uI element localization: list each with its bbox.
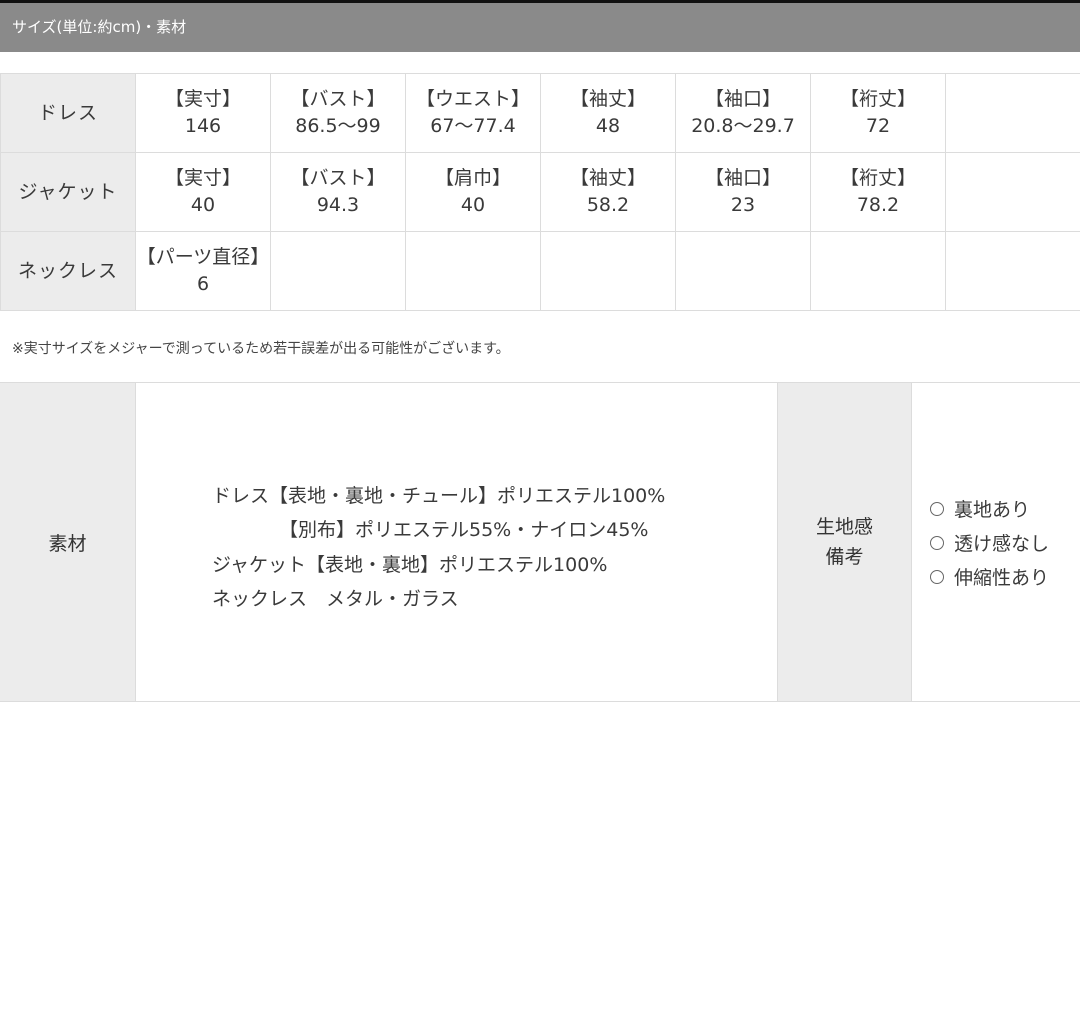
empty-cell bbox=[675, 231, 811, 311]
size-label: 【袖口】 bbox=[704, 88, 781, 110]
material-heading-label: 素材 bbox=[48, 532, 87, 555]
size-value: 86.5〜99 bbox=[295, 115, 381, 137]
size-cell: 【裄丈】 72 bbox=[810, 73, 946, 153]
fabric-option: 裏地あり bbox=[930, 495, 1030, 522]
material-line: ネックレス メタル・ガラス bbox=[212, 588, 459, 610]
section-title: サイズ(単位:約cm)・素材 bbox=[12, 18, 187, 36]
size-value: 67〜77.4 bbox=[430, 115, 516, 137]
table-row: ジャケット 【実寸】 40 【バスト】 94.3 【肩巾】 40 【袖丈】 58.2 【… bbox=[0, 152, 1080, 232]
size-cell: 【袖丈】 48 bbox=[540, 73, 676, 153]
size-cell: 【バスト】 86.5〜99 bbox=[270, 73, 406, 153]
size-value: 23 bbox=[730, 194, 756, 216]
size-label: 【バスト】 bbox=[290, 167, 386, 189]
size-label: 【袖丈】 bbox=[569, 167, 646, 189]
material-line: ドレス【表地・裏地・チュール】ポリエステル100% bbox=[212, 485, 666, 507]
size-cell: 【実寸】 146 bbox=[135, 73, 271, 153]
size-cell: 【袖口】 20.8〜29.7 bbox=[675, 73, 811, 153]
size-label: 【実寸】 bbox=[164, 88, 241, 110]
size-label: 【肩巾】 bbox=[434, 167, 511, 189]
size-value: 20.8〜29.7 bbox=[691, 115, 795, 137]
size-label: 【袖口】 bbox=[704, 167, 781, 189]
size-value: 146 bbox=[184, 115, 222, 137]
size-label: 【裄丈】 bbox=[839, 167, 916, 189]
empty-cell bbox=[945, 231, 1080, 311]
empty-cell bbox=[945, 73, 1080, 153]
table-row: ドレス 【実寸】 146 【バスト】 86.5〜99 【ウエスト】 67〜77.4 【… bbox=[0, 73, 1080, 153]
radio-circle-icon bbox=[930, 569, 944, 584]
fabric-feel-heading-line1: 生地感 bbox=[815, 516, 873, 538]
fabric-option: 伸縮性あり bbox=[930, 563, 1049, 590]
size-label: 【実寸】 bbox=[164, 167, 241, 189]
row-header-jacket: ジャケット bbox=[0, 152, 136, 232]
size-cell: 【肩巾】 40 bbox=[405, 152, 541, 232]
size-value: 78.2 bbox=[856, 194, 900, 216]
empty-cell bbox=[810, 231, 946, 311]
size-value: 58.2 bbox=[586, 194, 630, 216]
fabric-feel-options: 裏地あり 透け感なし 伸縮性あり bbox=[912, 383, 1080, 701]
size-value: 94.3 bbox=[316, 194, 360, 216]
measurement-note: ※実寸サイズをメジャーで測っているため若干誤差が出る可能性がございます。 bbox=[12, 341, 510, 357]
size-label: 【バスト】 bbox=[290, 88, 386, 110]
fabric-option-label: 裏地あり bbox=[954, 499, 1031, 521]
size-value: 72 bbox=[865, 115, 891, 137]
size-cell: 【バスト】 94.3 bbox=[270, 152, 406, 232]
fabric-option-label: 透け感なし bbox=[954, 533, 1050, 555]
material-line: 【別布】ポリエステル55%・ナイロン45% bbox=[279, 519, 649, 541]
fabric-feel-heading-line2: 備考 bbox=[825, 546, 864, 568]
size-cell: 【袖口】 23 bbox=[675, 152, 811, 232]
empty-cell bbox=[405, 231, 541, 311]
material-section: 素材 ドレス【表地・裏地・チュール】ポリエステル100% 【別布】ポリエステル5… bbox=[0, 382, 1080, 702]
size-label: 【裄丈】 bbox=[839, 88, 916, 110]
radio-circle-icon bbox=[930, 535, 944, 550]
size-value: 48 bbox=[595, 115, 621, 137]
size-value: 6 bbox=[196, 273, 210, 295]
fabric-feel-heading: 生地感 備考 bbox=[777, 383, 912, 701]
fabric-option: 透け感なし bbox=[930, 529, 1049, 556]
size-cell: 【ウエスト】 67〜77.4 bbox=[405, 73, 541, 153]
empty-cell bbox=[540, 231, 676, 311]
material-heading: 素材 bbox=[0, 383, 136, 701]
table-row: ネックレス 【パーツ直径】 6 bbox=[0, 231, 1080, 311]
size-cell: 【パーツ直径】 6 bbox=[135, 231, 271, 311]
radio-circle-icon bbox=[930, 501, 944, 516]
size-label: 【袖丈】 bbox=[569, 88, 646, 110]
size-value: 40 bbox=[460, 194, 486, 216]
row-header-dress: ドレス bbox=[0, 73, 136, 153]
empty-cell bbox=[945, 152, 1080, 232]
size-cell: 【実寸】 40 bbox=[135, 152, 271, 232]
row-header-necklace: ネックレス bbox=[0, 231, 136, 311]
size-label: 【ウエスト】 bbox=[415, 88, 530, 110]
size-table: ドレス 【実寸】 146 【バスト】 86.5〜99 【ウエスト】 67〜77.4 【… bbox=[0, 73, 1080, 311]
fabric-option-label: 伸縮性あり bbox=[954, 567, 1050, 589]
size-cell: 【裄丈】 78.2 bbox=[810, 152, 946, 232]
size-cell: 【袖丈】 58.2 bbox=[540, 152, 676, 232]
material-details: ドレス【表地・裏地・チュール】ポリエステル100% 【別布】ポリエステル55%・… bbox=[136, 383, 777, 701]
empty-cell bbox=[270, 231, 406, 311]
section-header: サイズ(単位:約cm)・素材 bbox=[0, 3, 1080, 52]
size-value: 40 bbox=[190, 194, 216, 216]
size-label: 【パーツ直径】 bbox=[136, 246, 270, 268]
material-line: ジャケット【表地・裏地】ポリエステル100% bbox=[212, 554, 608, 576]
